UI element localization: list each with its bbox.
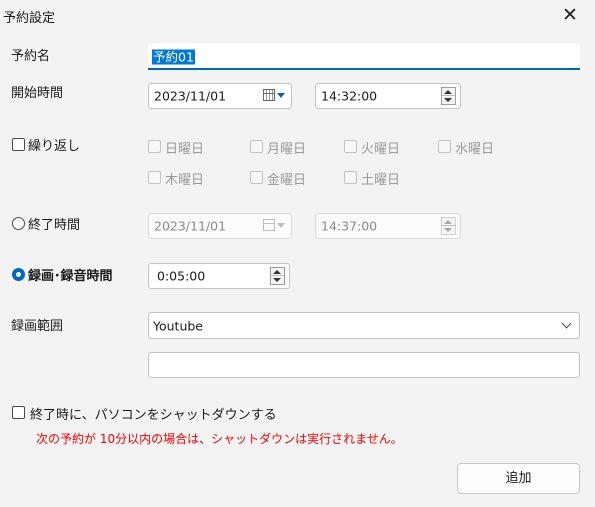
duration-label: 録画･録音時間 [28, 269, 113, 284]
saturday-checkbox[interactable] [344, 171, 357, 184]
spin-icon[interactable] [270, 267, 285, 285]
record-range-value: Youtube [153, 318, 203, 333]
reservation-name-value: 予約01 [152, 49, 195, 64]
repeat-checkbox[interactable] [12, 138, 25, 151]
duration-value: 0:05:00 [157, 268, 206, 284]
repeat-label: 繰り返し [28, 139, 81, 154]
record-range-label: 録画範囲 [11, 319, 64, 334]
saturday-label: 土曜日 [361, 173, 401, 188]
end-time-radio[interactable] [12, 217, 25, 230]
monday-checkbox[interactable] [250, 140, 263, 153]
spin-icon[interactable] [441, 87, 456, 105]
end-time-value: 14:37:00 [321, 218, 378, 234]
close-icon[interactable]: ✕ [559, 4, 581, 26]
wednesday-label: 水曜日 [455, 142, 495, 157]
shutdown-warning: 次の予約が 10分以内の場合は、シャットダウンは実行されません。 [36, 432, 403, 446]
window-title: 予約設定 [3, 11, 56, 26]
end-date-value: 2023/11/01 [154, 218, 227, 234]
end-time-label: 終了時間 [28, 218, 81, 233]
friday-label: 金曜日 [267, 173, 307, 188]
shutdown-checkbox[interactable] [12, 406, 25, 419]
start-time-input[interactable]: 14:32:00 [315, 83, 461, 109]
friday-checkbox[interactable] [250, 171, 263, 184]
end-time-input[interactable]: 14:37:00 [315, 213, 461, 239]
start-date-value: 2023/11/01 [154, 88, 227, 104]
start-date-picker[interactable]: 2023/11/01 [148, 83, 292, 109]
reservation-name-input[interactable]: 予約01 [148, 43, 580, 70]
calendar-icon[interactable] [263, 219, 285, 233]
duration-radio[interactable] [12, 268, 25, 281]
duration-input[interactable]: 0:05:00 [148, 263, 290, 289]
thursday-checkbox[interactable] [148, 171, 161, 184]
tuesday-checkbox[interactable] [344, 140, 357, 153]
shutdown-label: 終了時に、パソコンをシャットダウンする [30, 408, 277, 423]
spin-icon[interactable] [441, 217, 456, 235]
record-range-dropdown[interactable]: Youtube [148, 312, 580, 339]
add-button[interactable]: 追加 [457, 463, 580, 494]
record-range-detail-input[interactable] [148, 352, 580, 378]
start-time-value: 14:32:00 [321, 88, 378, 104]
title-bar: 予約設定 ✕ [0, 0, 595, 32]
end-date-picker[interactable]: 2023/11/01 [148, 213, 292, 239]
monday-label: 月曜日 [267, 142, 307, 157]
thursday-label: 木曜日 [165, 173, 205, 188]
chevron-down-icon [561, 318, 572, 329]
tuesday-label: 火曜日 [361, 142, 401, 157]
wednesday-checkbox[interactable] [438, 140, 451, 153]
start-time-label: 開始時間 [11, 86, 64, 101]
sunday-label: 日曜日 [165, 142, 205, 157]
calendar-icon[interactable] [263, 89, 285, 103]
reservation-name-label: 予約名 [11, 49, 51, 64]
sunday-checkbox[interactable] [148, 140, 161, 153]
